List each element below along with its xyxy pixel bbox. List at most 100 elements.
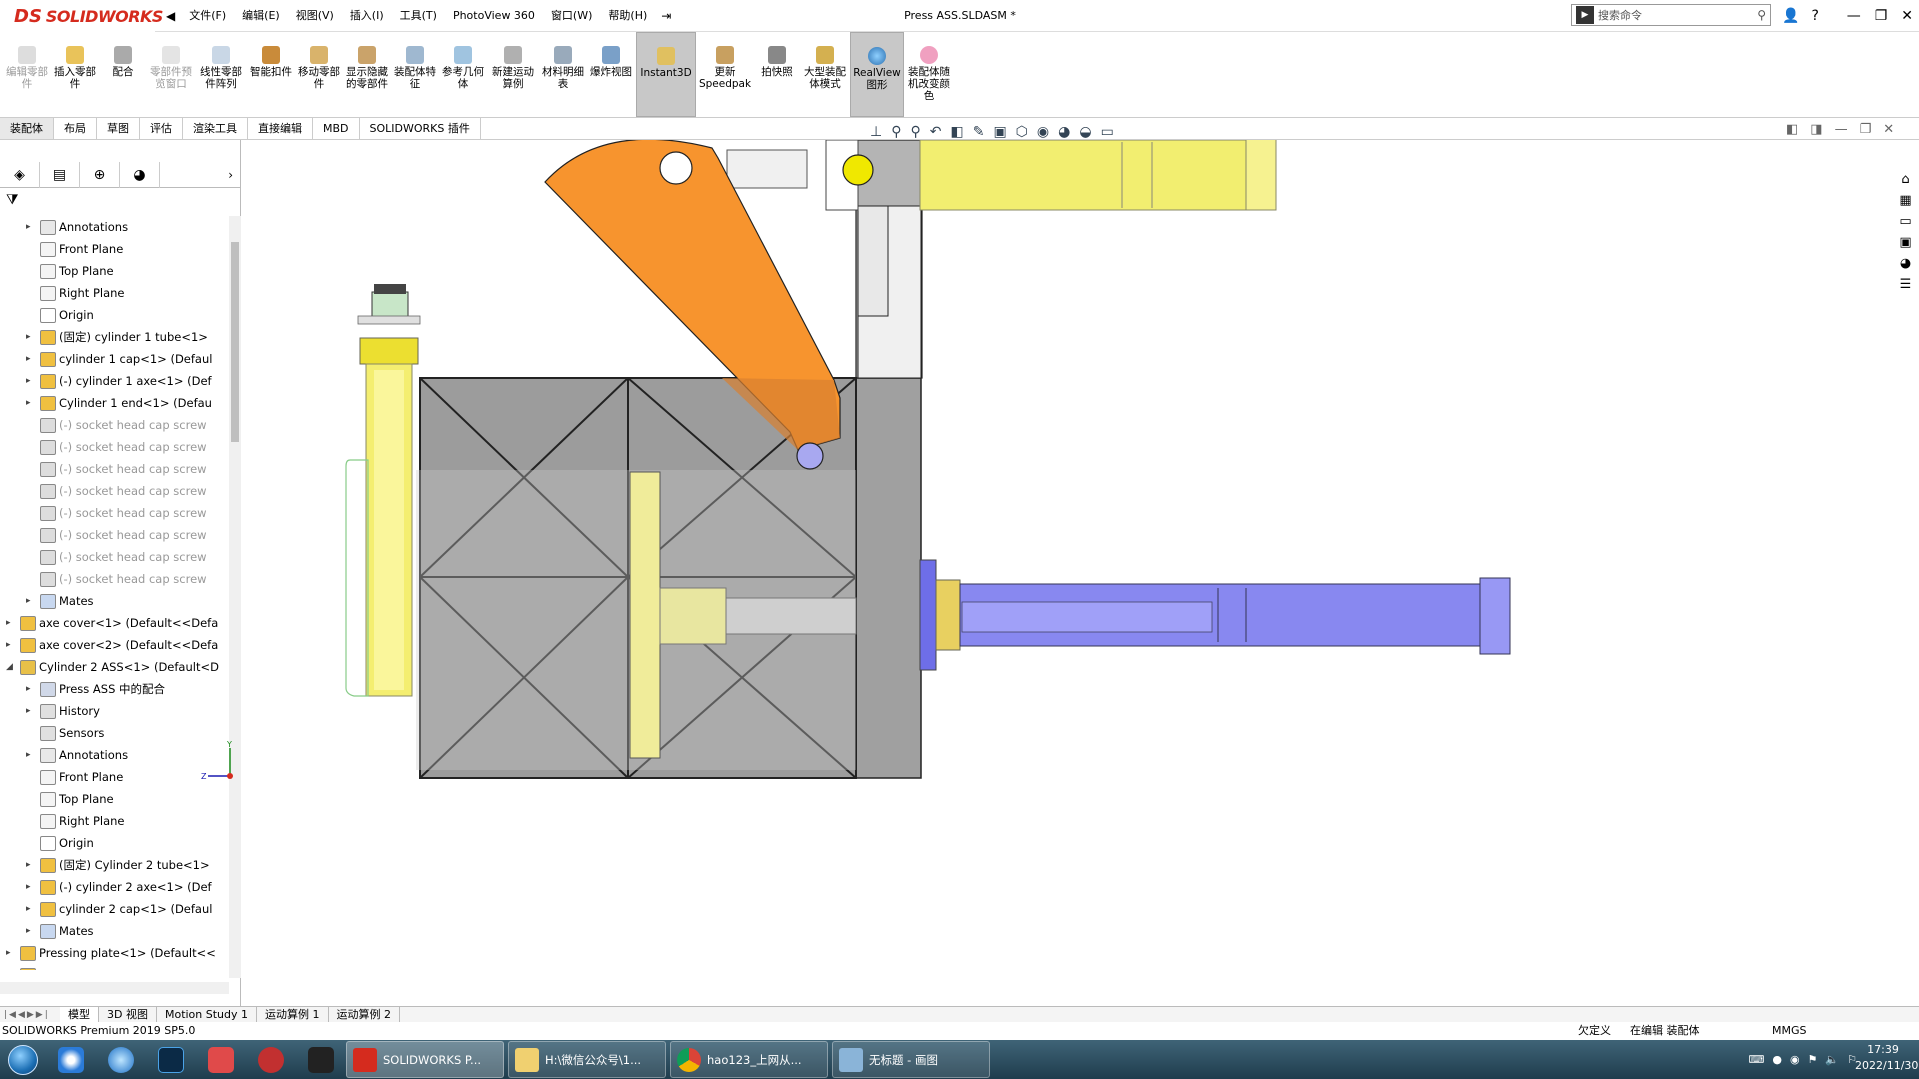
tab-sketch[interactable]: 草图 [97,118,140,139]
volume-icon[interactable]: 🔈 [1825,1053,1839,1066]
design-library-icon[interactable]: ▦ [1899,193,1911,208]
clock[interactable]: 17:39 2022/11/30 [1855,1042,1918,1074]
panel-expand-chevron-icon[interactable]: › [228,168,233,182]
menu-tools[interactable]: 工具(T) [392,0,445,32]
tab-motion-study-1[interactable]: Motion Study 1 [157,1007,258,1022]
filter-icon[interactable]: ⧩ [6,192,19,208]
taskbar-pin-photoshop[interactable] [146,1040,196,1079]
menu-file[interactable]: 文件(F) [181,0,234,32]
taskbar-task-folder[interactable]: H:\微信公众号\1... [508,1041,666,1078]
zoom-to-fit-icon[interactable]: ⚲ [891,124,901,140]
menu-help[interactable]: 帮助(H) [600,0,655,32]
linear-pattern-button[interactable]: 线性零部件阵列 [196,32,246,117]
tree-expand-chevron-icon[interactable]: ▸ [26,920,36,942]
tree-expand-chevron-icon[interactable]: ◢ [6,656,16,678]
view-orientation-triad-icon[interactable]: ⊥ [870,124,882,140]
random-color-button[interactable]: 装配体随机改变颜色 [906,32,952,117]
menu-window[interactable]: 窗口(W) [543,0,600,32]
instant3d-button[interactable]: Instant3D [636,32,696,117]
taskbar-pin-ie[interactable] [96,1040,146,1079]
display-manager-tab-icon[interactable]: ◕ [120,161,160,188]
mate-button[interactable]: 配合 [100,32,146,117]
close-icon[interactable]: ✕ [1901,8,1913,24]
menu-edit[interactable]: 编辑(E) [234,0,288,32]
tree-item[interactable]: ◢ Cylinder 2 ASS<1> (Default<D [0,656,230,678]
tree-item[interactable]: Origin [0,832,230,854]
tree-item[interactable]: ▸ Pressing plate<1> (Default<< [0,942,230,964]
component-preview-button[interactable]: 零部件预览窗口 [148,32,194,117]
viewport-restore-icon[interactable]: ❐ [1860,122,1872,137]
feature-manager-tab-icon[interactable]: ◈ [0,161,40,188]
search-mode-icon[interactable]: ▶ [1576,6,1594,24]
tree-expand-chevron-icon[interactable]: ▸ [26,392,36,414]
tree-item[interactable]: Origin [0,304,230,326]
tree-item[interactable]: Right Plane [0,810,230,832]
tab-motion-study-cn-2[interactable]: 运动算例 2 [329,1007,401,1022]
tree-item[interactable]: ▸ History [0,700,230,722]
menu-insert[interactable]: 插入(I) [342,0,392,32]
tree-item[interactable]: (-) socket head cap screw [0,414,230,436]
configuration-manager-tab-icon[interactable]: ⊕ [80,161,120,188]
taskbar-pin-paint-app[interactable] [196,1040,246,1079]
tree-expand-chevron-icon[interactable]: ▸ [26,744,36,766]
taskbar-task-chrome[interactable]: hao123_上网从... [670,1041,828,1078]
tree-item[interactable]: (-) socket head cap screw [0,480,230,502]
assembly-features-button[interactable]: 装配体特征 [392,32,438,117]
tree-expand-chevron-icon[interactable]: ▸ [26,876,36,898]
menu-collapse-arrow-icon[interactable]: ◀ [160,9,181,23]
user-icon[interactable]: 👤 [1782,8,1799,24]
tree-item[interactable]: (-) socket head cap screw [0,436,230,458]
tree-item[interactable]: Right Plane [0,282,230,304]
tree-item[interactable]: Sensors [0,722,230,744]
pin-icon[interactable]: ⇥ [655,9,677,23]
exploded-view-button[interactable]: 爆炸视图 [588,32,634,117]
tree-expand-chevron-icon[interactable]: ▸ [26,216,36,238]
taskbar-task-solidworks[interactable]: SOLIDWORKS P... [346,1041,504,1078]
apply-scene-icon[interactable]: ◒ [1079,124,1091,140]
tree-item[interactable]: (-) socket head cap screw [0,524,230,546]
tree-expand-chevron-icon[interactable]: ▸ [26,348,36,370]
security-icon[interactable]: ⚑ [1808,1053,1818,1066]
tab-assembly[interactable]: 装配体 [0,118,54,139]
taskbar-pin-ok[interactable] [296,1040,346,1079]
tree-item[interactable]: ▸ (固定) cylinder 1 tube<1> [0,326,230,348]
network-icon[interactable]: ◉ [1790,1053,1800,1066]
tree-expand-chevron-icon[interactable]: ▸ [6,942,16,964]
view-settings-icon[interactable]: ▭ [1101,124,1114,140]
tab-render-tools[interactable]: 渲染工具 [183,118,248,139]
tree-item[interactable]: ▸ cylinder 1 cap<1> (Defaul [0,348,230,370]
tree-horizontal-scrollbar[interactable] [0,982,229,994]
tree-item[interactable]: ▸ Cylinder 1 end<1> (Defau [0,392,230,414]
tab-3d-view[interactable]: 3D 视图 [99,1007,157,1022]
search-input[interactable]: 搜索命令 [1598,7,1642,23]
reference-geometry-button[interactable]: 参考几何体 [440,32,486,117]
hide-show-items-icon[interactable]: ◉ [1037,124,1049,140]
display-style-icon[interactable]: ⬡ [1016,124,1028,140]
file-explorer-icon[interactable]: ▭ [1899,214,1911,229]
tree-expand-chevron-icon[interactable]: ▸ [6,634,16,656]
wechat-icon[interactable]: ● [1772,1053,1782,1066]
property-manager-tab-icon[interactable]: ▤ [40,161,80,188]
tree-item[interactable]: ▸ Mates [0,920,230,942]
tab-evaluate[interactable]: 评估 [140,118,183,139]
bill-of-materials-button[interactable]: 材料明细表 [540,32,586,117]
dynamic-annotation-icon[interactable]: ✎ [973,124,985,140]
tree-item[interactable]: ▸ (-) cylinder 2 axe<1> (Def [0,876,230,898]
tab-addins[interactable]: SOLIDWORKS 插件 [360,118,481,139]
tree-expand-chevron-icon[interactable]: ▸ [26,326,36,348]
move-component-button[interactable]: 移动零部件 [296,32,342,117]
tree-item[interactable]: ▸ Mates [0,590,230,612]
menu-photoview[interactable]: PhotoView 360 [445,0,543,32]
tab-mbd[interactable]: MBD [313,118,360,139]
edit-appearance-icon[interactable]: ◕ [1058,124,1070,140]
tab-direct-editing[interactable]: 直接编辑 [248,118,313,139]
tree-expand-chevron-icon[interactable]: ▸ [26,854,36,876]
taskbar-pin-screen-recorder[interactable] [246,1040,296,1079]
custom-properties-icon[interactable]: ☰ [1900,277,1912,292]
viewport-prev-icon[interactable]: ◧ [1786,122,1798,137]
show-hidden-components-button[interactable]: 显示隐藏的零部件 [344,32,390,117]
tree-item[interactable]: Front Plane [0,238,230,260]
scrollbar-thumb[interactable] [231,242,239,442]
tree-item[interactable]: Front Plane [0,766,230,788]
tree-vertical-scrollbar[interactable] [229,216,241,978]
